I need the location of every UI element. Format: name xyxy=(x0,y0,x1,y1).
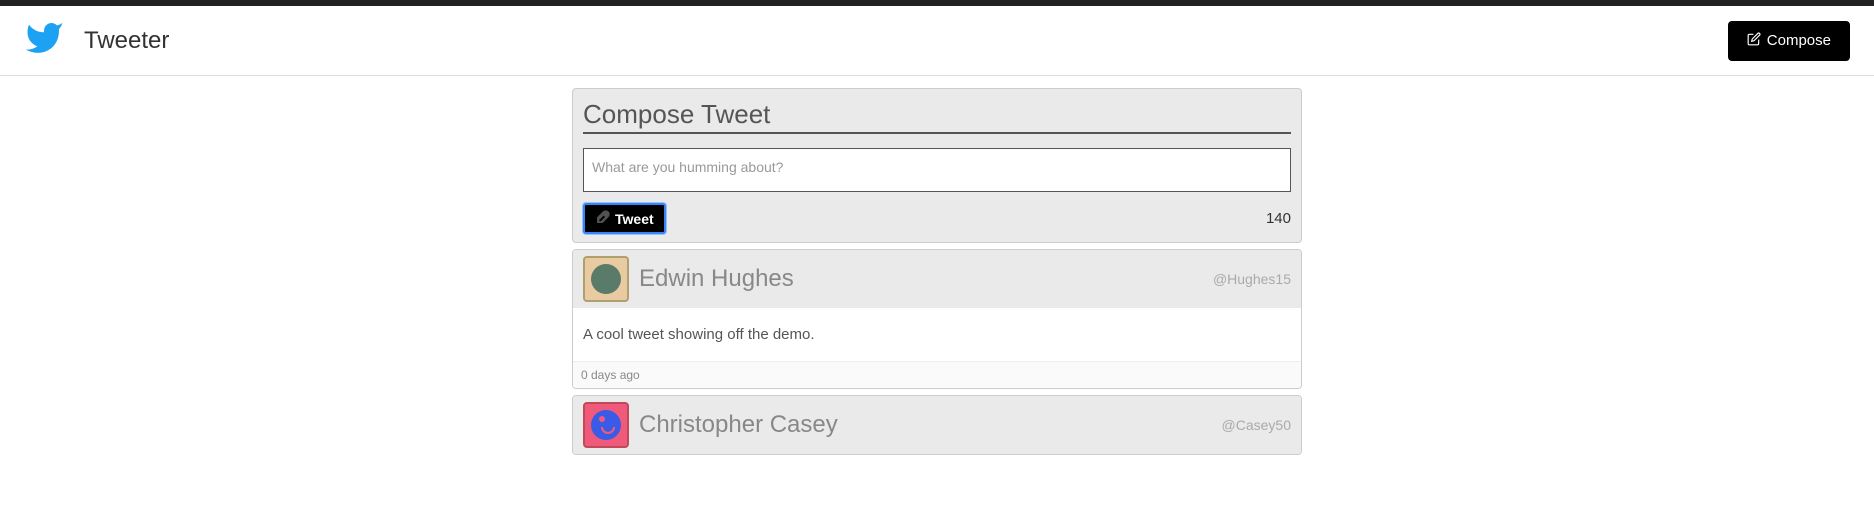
compose-input[interactable] xyxy=(583,148,1291,192)
tweet-body: A cool tweet showing off the demo. xyxy=(573,308,1301,361)
tweet-header: Christopher Casey @Casey50 xyxy=(573,396,1301,454)
tweet-author-name: Edwin Hughes xyxy=(639,265,794,293)
char-count: 140 xyxy=(1266,210,1291,227)
compose-panel: Compose Tweet Tweet 140 xyxy=(572,88,1302,243)
compose-button-label: Compose xyxy=(1767,32,1831,49)
tweet-header: Edwin Hughes @Hughes15 xyxy=(573,250,1301,308)
tweet-card: Christopher Casey @Casey50 xyxy=(572,395,1302,455)
edit-icon xyxy=(1747,32,1761,50)
tweet-submit-button[interactable]: Tweet xyxy=(583,203,666,234)
feather-icon xyxy=(595,209,611,228)
compose-footer: Tweet 140 xyxy=(583,203,1291,234)
tweet-user: Christopher Casey xyxy=(583,402,838,448)
app-title: Tweeter xyxy=(84,27,169,55)
tweet-timestamp: 0 days ago xyxy=(573,361,1301,388)
main-container: Compose Tweet Tweet 140 Edwin Hughes @Hu… xyxy=(572,88,1302,455)
compose-heading: Compose Tweet xyxy=(583,99,1291,134)
compose-button[interactable]: Compose xyxy=(1728,21,1850,61)
avatar xyxy=(583,256,629,302)
tweet-author-handle: @Hughes15 xyxy=(1213,271,1291,287)
twitter-bird-icon xyxy=(24,18,64,63)
tweet-submit-label: Tweet xyxy=(615,211,654,227)
tweet-author-handle: @Casey50 xyxy=(1222,417,1291,433)
avatar xyxy=(583,402,629,448)
tweet-user: Edwin Hughes xyxy=(583,256,794,302)
tweet-card: Edwin Hughes @Hughes15 A cool tweet show… xyxy=(572,249,1302,389)
tweet-author-name: Christopher Casey xyxy=(639,411,838,439)
navbar: Tweeter Compose xyxy=(0,6,1874,76)
brand: Tweeter xyxy=(24,18,169,63)
